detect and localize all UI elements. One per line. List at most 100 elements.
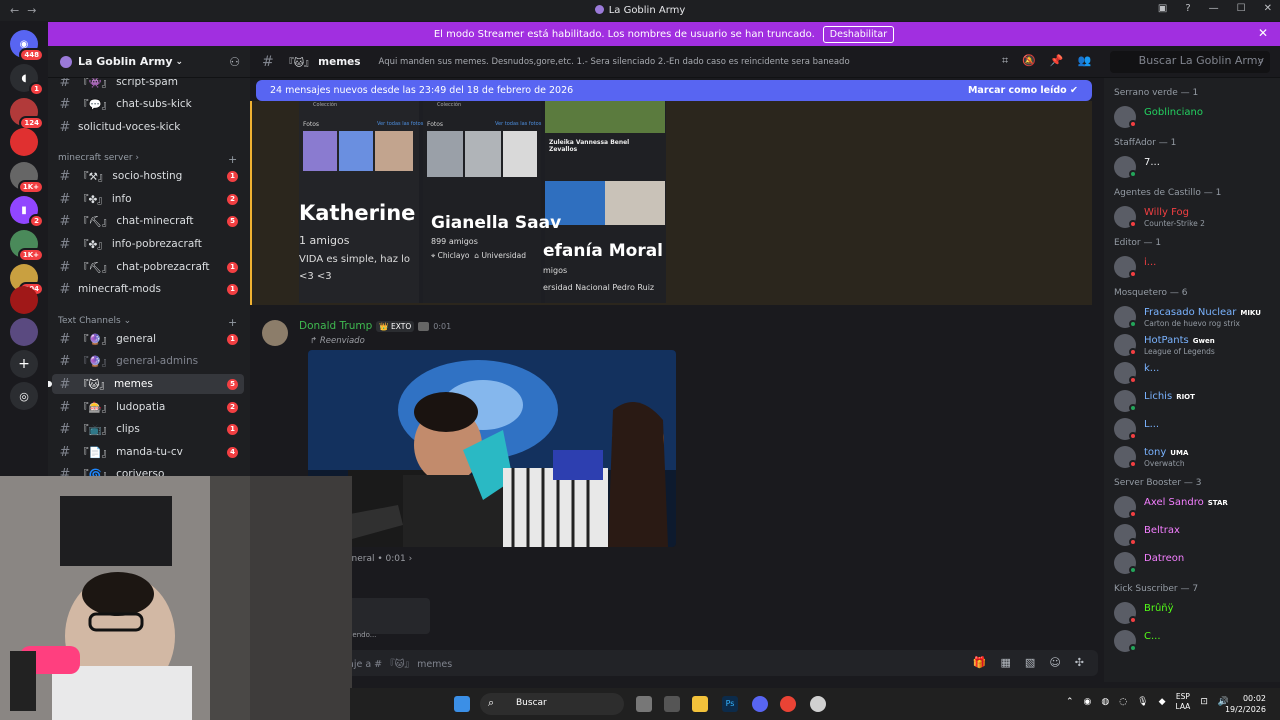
channel-chat-minecraft[interactable]: # 『⛏』 chat-minecraft 5	[52, 211, 244, 231]
attached-image[interactable]: Fotos Ver todas las fotos Fotos Ver toda…	[299, 101, 666, 303]
message-composer[interactable]: aje a # 『🐱』 memes 🎁 ▦ ▧ ☺ ✣	[258, 650, 1098, 676]
hash-icon: #	[59, 444, 71, 460]
server-header[interactable]: La Goblin Army ⌄ ⚇	[48, 46, 250, 78]
guild-icon[interactable]	[10, 318, 38, 346]
tray-app-icon[interactable]: ◌	[1119, 697, 1127, 707]
guild-icon[interactable]	[10, 128, 38, 156]
category-text-channels[interactable]: Text Channels ⌄ +	[58, 316, 237, 329]
member-row[interactable]: Axel Sandro STAR	[1114, 494, 1274, 522]
channel-clips[interactable]: # 『📺』 clips 1	[52, 419, 244, 439]
member-row[interactable]: k...	[1114, 360, 1274, 388]
speaker-icon[interactable]: ◖ 1	[10, 64, 44, 96]
forward-source[interactable]: eneral • 0:01 ›	[346, 554, 412, 564]
channel-script-spam[interactable]: # 『👾』 script-spam	[52, 78, 244, 92]
channel-memes[interactable]: # 『🐱』 memes 5	[48, 374, 244, 394]
status-indicator	[1129, 510, 1137, 518]
guild-icon[interactable]: 124	[10, 98, 44, 130]
channel-socio-hosting[interactable]: # 『⚒』 socio-hosting 1	[52, 166, 244, 186]
task-view-icon[interactable]	[636, 696, 652, 712]
disable-streamer-button[interactable]: Deshabilitar	[822, 25, 895, 43]
tray-app-icon[interactable]: ◉	[1084, 697, 1092, 707]
tray-app-icon[interactable]: ◆	[1159, 697, 1166, 707]
start-icon[interactable]	[454, 696, 470, 712]
microphone-icon[interactable]: 🎙	[1137, 697, 1148, 707]
unread-badge: 4	[227, 446, 238, 458]
close-icon[interactable]: ✕	[1264, 3, 1272, 14]
network-icon[interactable]: ⊡	[1200, 697, 1208, 707]
guild-icon[interactable]: 1K+	[10, 230, 44, 262]
discover-icon[interactable]: ◎	[10, 382, 38, 410]
search-input[interactable]: Buscar La Goblin Army ⌕	[1110, 51, 1270, 73]
gif-icon[interactable]: ▦	[1001, 656, 1011, 669]
notification-bell-icon[interactable]: 🔕	[1022, 54, 1036, 68]
chrome-icon[interactable]	[780, 696, 796, 712]
home-discord-icon[interactable]: ◉ 448	[10, 30, 44, 62]
member-row[interactable]: tony UMA Overwatch	[1114, 444, 1274, 472]
member-row[interactable]: 7...	[1114, 154, 1274, 182]
channel-manda-tu-cv[interactable]: # 『📄』 manda-tu-cv 4	[52, 442, 244, 462]
member-row[interactable]: Brûñÿ	[1114, 600, 1274, 628]
add-member-icon[interactable]: ⚇	[229, 55, 240, 69]
clock[interactable]: 00:02 19/2/2026	[1225, 693, 1266, 715]
gift-icon[interactable]: 🎁	[973, 656, 987, 669]
member-row[interactable]: Beltrax	[1114, 522, 1274, 550]
twitch-icon[interactable]: ▮ 2	[10, 196, 44, 228]
discord-icon[interactable]	[752, 696, 768, 712]
channel-chat-subs-kick[interactable]: # 『💬』 chat-subs-kick	[52, 94, 244, 114]
member-row[interactable]: Goblinciano	[1114, 104, 1274, 132]
member-row[interactable]: Datreon	[1114, 550, 1274, 578]
apps-icon[interactable]: ✣	[1075, 656, 1084, 669]
member-row[interactable]: HotPants Gwen League of Legends	[1114, 332, 1274, 360]
inbox-icon[interactable]: ▣	[1158, 3, 1167, 14]
sticker-icon[interactable]: ▧	[1025, 656, 1035, 669]
photos-header: Fotos	[303, 121, 320, 128]
help-icon[interactable]: ?	[1185, 3, 1190, 14]
channel-general-admins[interactable]: # 『🔮』 general-admins	[52, 351, 244, 371]
member-activity: Overwatch	[1144, 459, 1185, 468]
guild-icon[interactable]: 1K+	[10, 162, 44, 194]
channel-info[interactable]: # 『✤』 info 2	[52, 189, 244, 209]
author-name[interactable]: Donald Trump	[299, 320, 372, 332]
member-list-icon[interactable]: 👥	[1078, 54, 1092, 68]
category-minecraft[interactable]: minecraft server › +	[58, 153, 237, 166]
add-channel-icon[interactable]: +	[228, 316, 237, 329]
threads-icon[interactable]: ⌗	[1002, 54, 1008, 68]
close-banner-icon[interactable]: ✕	[1258, 26, 1268, 40]
channel-prefix: 『💬』	[78, 98, 113, 111]
app-icon[interactable]	[810, 696, 826, 712]
photoshop-icon[interactable]: Ps	[722, 696, 738, 712]
forwarded-image[interactable]	[308, 350, 676, 547]
channel-topic[interactable]: Aqui manden sus memes. Desnudos,gore,etc…	[379, 57, 850, 67]
maximize-icon[interactable]: ☐	[1237, 3, 1246, 14]
channel-solicitud-voces-kick[interactable]: # solicitud-voces-kick	[52, 117, 244, 137]
member-name: k...	[1144, 363, 1159, 374]
tray-app-icon[interactable]: ◍	[1101, 697, 1109, 707]
language-indicator[interactable]: ESP LAA	[1175, 692, 1190, 712]
channel-general[interactable]: # 『🔮』 general 1	[52, 329, 244, 349]
avatar[interactable]	[262, 320, 288, 346]
emoji-icon[interactable]: ☺	[1049, 656, 1060, 669]
app-icon[interactable]	[664, 696, 680, 712]
add-channel-icon[interactable]: +	[228, 153, 237, 166]
channel-minecraft-mods[interactable]: # minecraft-mods 1	[52, 279, 244, 299]
taskbar-search[interactable]: ⌕ Buscar	[480, 693, 624, 715]
pin-icon[interactable]: 📌	[1050, 54, 1064, 68]
member-row[interactable]: Lichis RIOT	[1114, 388, 1274, 416]
minimize-icon[interactable]: —	[1209, 3, 1219, 14]
channel-ludopatia[interactable]: # 『🎰』 ludopatia 2	[52, 397, 244, 417]
guild-icon[interactable]	[10, 286, 38, 314]
member-name-text: Axel Sandro	[1144, 497, 1204, 508]
chevron-up-icon[interactable]: ⌃	[1066, 697, 1074, 707]
new-messages-bar[interactable]: 24 mensajes nuevos desde las 23:49 del 1…	[256, 80, 1092, 101]
member-row[interactable]: C...	[1114, 628, 1274, 656]
channel-info-pobrezacraft[interactable]: # 『✤』 info-pobrezacraft	[52, 234, 244, 254]
file-explorer-icon[interactable]	[692, 696, 708, 712]
member-row[interactable]: L...	[1114, 416, 1274, 444]
add-server-icon[interactable]: +	[10, 350, 38, 378]
member-row[interactable]: Willy Fog Counter-Strike 2	[1114, 204, 1274, 232]
member-row[interactable]: i...	[1114, 254, 1274, 282]
channel-chat-pobrezacraft[interactable]: # 『⛏』 chat-pobrezacraft 1	[52, 257, 244, 277]
member-activity: Carton de huevo rog strix	[1144, 319, 1240, 328]
member-row[interactable]: Fracasado Nuclear MIKU Carton de huevo rog…	[1114, 304, 1274, 332]
mark-as-read-button[interactable]: Marcar como leído ✔	[968, 85, 1078, 96]
